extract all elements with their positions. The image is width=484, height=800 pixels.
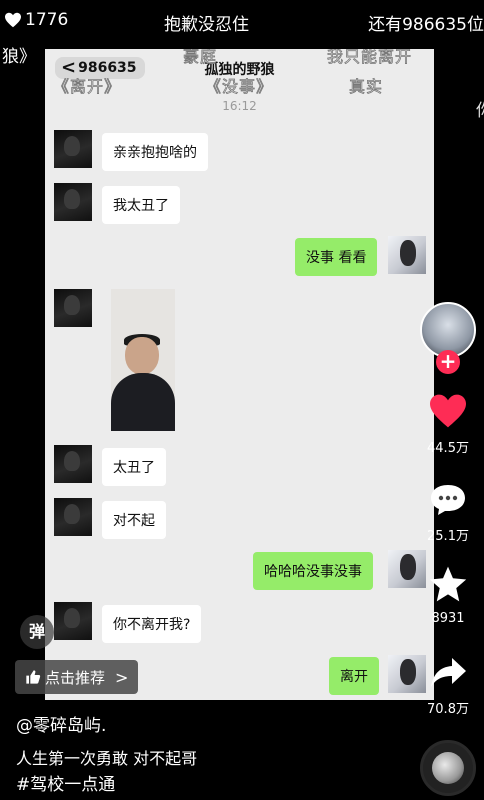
contact-avatar[interactable] (54, 289, 92, 327)
follow-button[interactable]: + (436, 350, 460, 374)
message-bubble: 你不离开我? (102, 605, 202, 643)
contact-avatar[interactable] (54, 130, 92, 168)
share-count: 70.8万 (427, 702, 469, 717)
share-icon (431, 658, 466, 687)
contact-avatar[interactable] (54, 183, 92, 221)
top-right-text: 还有986635位 (368, 15, 484, 35)
top-like-count: 1776 (25, 10, 69, 30)
message-bubble: 没事 看看 (295, 238, 378, 276)
like-count: 44.5万 (427, 441, 469, 456)
like-button[interactable]: 44.5万 (420, 393, 476, 456)
comment-icon (431, 485, 465, 515)
chat-time: 16:12 (222, 99, 257, 113)
message-bubble: 我太丑了 (102, 186, 180, 224)
top-like-counter: 1776 (4, 10, 68, 30)
message-bubble: 亲亲抱抱啥的 (102, 133, 208, 171)
thumbs-up-icon (26, 670, 41, 684)
top-overlay-bar: 1776 抱歉没忍住 还有986635位 (0, 8, 484, 36)
favorite-button[interactable]: 8931 (420, 565, 476, 626)
message-bubble: 哈哈哈没事没事 (253, 552, 373, 590)
author-name[interactable]: @零碎岛屿. (16, 711, 106, 736)
top-left-text: 狼》 (2, 47, 36, 67)
heart-icon (5, 12, 21, 28)
recommend-label: 点击推荐 (45, 668, 106, 687)
video-caption: 人生第一次勇敢 对不起哥 (16, 749, 198, 768)
contact-avatar[interactable] (54, 445, 92, 483)
video-title: 抱歉没忍住 (164, 15, 249, 35)
music-disc[interactable] (420, 740, 476, 796)
message-bubble: 离开 (329, 657, 379, 695)
comment-button[interactable]: 25.1万 (420, 482, 476, 544)
danmu-toggle[interactable]: 弹 (20, 615, 54, 649)
recommend-button[interactable]: 点击推荐 > (15, 660, 139, 694)
lyric-line: 豪庭 (183, 49, 218, 66)
chevron-right-icon: > (115, 667, 129, 687)
edge-text: 你 (476, 96, 484, 121)
hashtag-link[interactable]: #驾校一点通 (16, 770, 115, 795)
chat-screenshot: < 986635 孤独的野狼 16:12 《离开》 豪庭 我只能离开 《没事》 … (45, 49, 434, 700)
contact-avatar[interactable] (54, 498, 92, 536)
lyric-line: 我只能离开 (327, 49, 413, 66)
lyric-line: 真实 (349, 77, 384, 97)
lyric-line: 《离开》 (53, 77, 122, 97)
message-bubble: 对不起 (102, 501, 166, 539)
lyric-line: 《没事》 (205, 77, 274, 97)
my-avatar[interactable] (388, 236, 426, 274)
heart-icon (430, 394, 466, 428)
photo-message[interactable] (111, 289, 175, 431)
message-bubble: 太丑了 (102, 448, 166, 486)
share-button[interactable]: 70.8万 (420, 655, 476, 717)
favorite-count: 8931 (431, 611, 465, 626)
comment-count: 25.1万 (427, 529, 469, 544)
contact-avatar[interactable] (54, 602, 92, 640)
star-icon (429, 566, 467, 602)
